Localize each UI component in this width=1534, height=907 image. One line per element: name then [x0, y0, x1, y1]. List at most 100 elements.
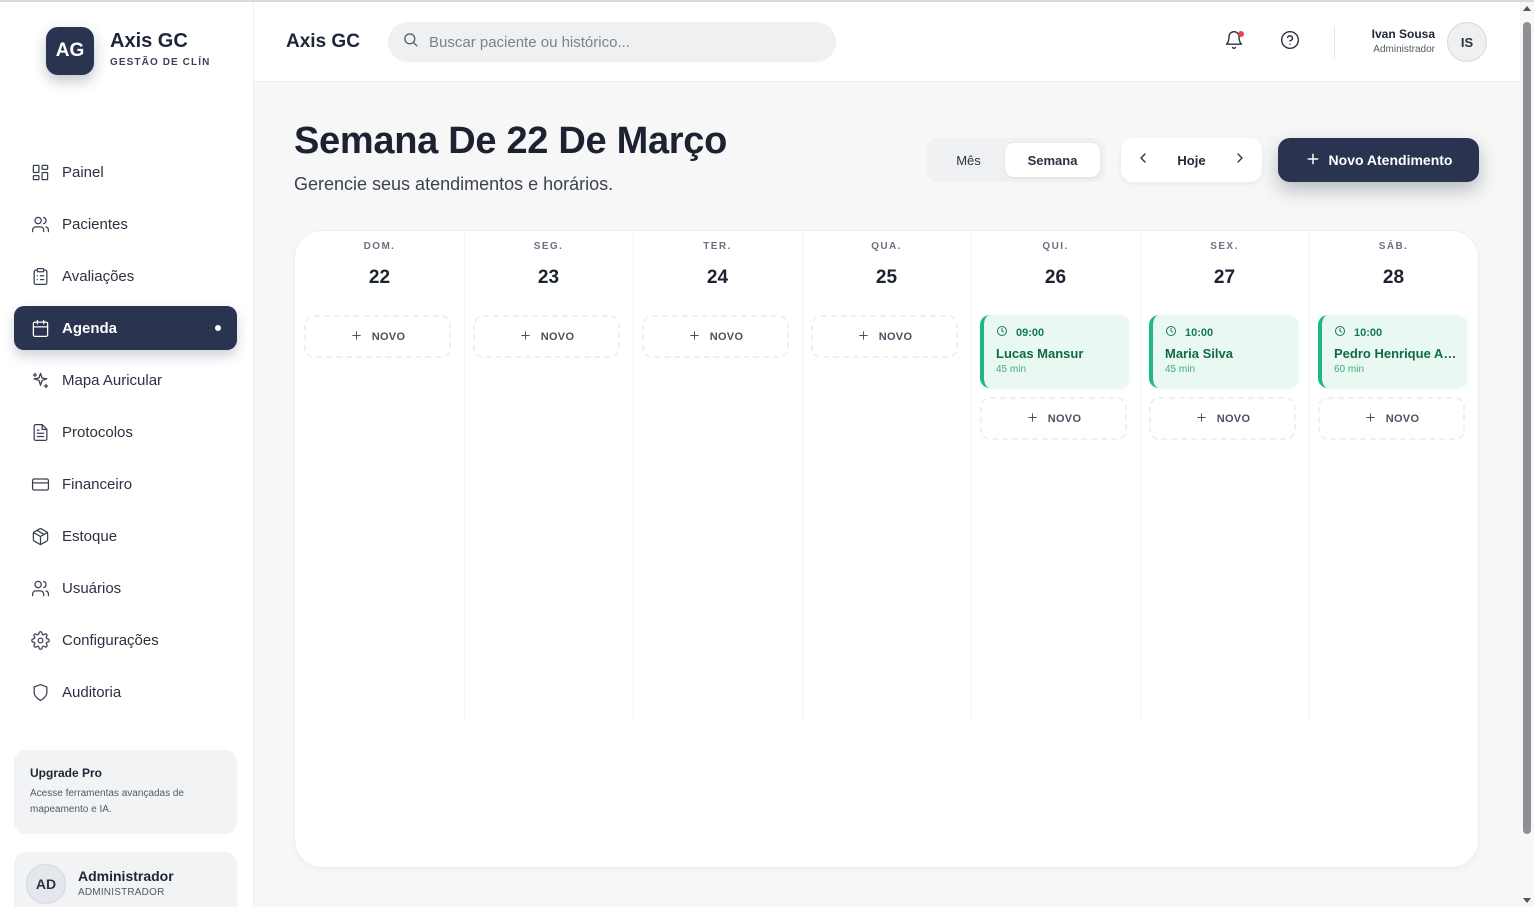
day-column: QUA. 25 NOVO	[802, 231, 971, 721]
day-name: DOM.	[363, 241, 396, 252]
new-slot-button[interactable]: NOVO	[642, 315, 789, 358]
new-slot-label: NOVO	[371, 330, 406, 343]
search-bar[interactable]	[388, 22, 836, 62]
new-slot-button[interactable]: NOVO	[811, 315, 958, 358]
header-user-name: Ivan Sousa	[1371, 27, 1435, 41]
view-month-button[interactable]: Mês	[932, 143, 1005, 177]
day-number: 23	[537, 267, 560, 288]
notifications-button[interactable]	[1222, 30, 1246, 54]
new-slot-button[interactable]: NOVO	[1318, 397, 1465, 440]
new-slot-button[interactable]: NOVO	[1149, 397, 1296, 440]
chevron-right-icon[interactable]	[1232, 150, 1248, 171]
avatar[interactable]: IS	[1447, 22, 1487, 62]
day-name: SEG.	[533, 241, 564, 252]
day-name: QUA.	[871, 241, 902, 252]
day-column: SEX. 27 10:00 Maria Silva 45 min NOVO	[1140, 231, 1309, 721]
appointment-duration: 45 min	[996, 364, 1027, 375]
day-number: 25	[875, 267, 898, 288]
chevron-left-icon[interactable]	[1135, 150, 1151, 171]
header-user-role: Administrador	[1373, 44, 1435, 55]
appointment-time-label: 09:00	[1016, 326, 1045, 339]
new-slot-label: NOVO	[540, 330, 575, 343]
scroll-up-arrow-icon[interactable]	[1523, 6, 1531, 11]
plus-icon	[1305, 151, 1329, 170]
sidebar-item-pacientes[interactable]: Pacientes	[14, 202, 237, 246]
plus-icon	[1364, 411, 1386, 427]
page-scrollbar[interactable]	[1520, 2, 1534, 907]
new-slot-label: NOVO	[1385, 412, 1420, 425]
appointment-card[interactable]: 10:00 Pedro Henrique Alves 60 min	[1318, 315, 1467, 388]
sidebar-item-protocolos[interactable]: Protocolos	[14, 410, 237, 454]
sidebar-item-estoque[interactable]: Estoque	[14, 514, 237, 558]
brand-name: Axis GC	[110, 30, 188, 52]
shield-icon	[30, 682, 50, 702]
package-icon	[30, 526, 50, 546]
appointment-duration: 45 min	[1165, 364, 1196, 375]
day-name: SÁB.	[1378, 241, 1409, 252]
sidebar-item-label: Avaliações	[62, 267, 135, 285]
appointment-time-label: 10:00	[1354, 326, 1383, 339]
day-number: 24	[706, 267, 729, 288]
sidebar-item-financeiro[interactable]: Financeiro	[14, 462, 237, 506]
new-slot-label: NOVO	[709, 330, 744, 343]
new-slot-label: NOVO	[1216, 412, 1251, 425]
appointment-card[interactable]: 09:00 Lucas Mansur 45 min	[980, 315, 1129, 388]
day-column: TER. 24 NOVO	[633, 231, 802, 721]
file-text-icon	[30, 422, 50, 442]
appointment-time: 10:00	[1165, 325, 1286, 340]
day-column: DOM. 22 NOVO	[295, 231, 464, 721]
header-divider	[1334, 26, 1335, 58]
day-number: 26	[1044, 267, 1067, 288]
avatar: AD	[26, 864, 66, 904]
new-slot-button[interactable]: NOVO	[304, 315, 451, 358]
appointment-time-label: 10:00	[1185, 326, 1214, 339]
sidebar-user-role: ADMINISTRADOR	[78, 887, 165, 898]
appointment-duration: 60 min	[1334, 364, 1365, 375]
sidebar-user-card[interactable]: AD Administrador ADMINISTRADOR	[14, 852, 237, 907]
sidebar-item-auditoria[interactable]: Auditoria	[14, 670, 237, 714]
clock-icon	[1165, 325, 1185, 340]
day-number: 28	[1382, 267, 1405, 288]
layout-grid-icon	[30, 162, 50, 182]
day-column: SEG. 23 NOVO	[464, 231, 633, 721]
page-title: Semana De 22 De Março	[294, 120, 728, 162]
brand-subtitle: GESTÃO DE CLÍN	[110, 57, 211, 68]
help-button[interactable]	[1278, 30, 1302, 54]
search-input[interactable]	[429, 33, 809, 51]
appointment-time: 10:00	[1334, 325, 1455, 340]
upgrade-card[interactable]: Upgrade Pro Acesse ferramentas avançadas…	[14, 750, 237, 834]
scrollbar-thumb[interactable]	[1523, 22, 1531, 834]
sidebar-item-mapa-auricular[interactable]: Mapa Auricular	[14, 358, 237, 402]
sidebar-item-label: Estoque	[62, 527, 118, 545]
sidebar-item-label: Configurações	[62, 631, 159, 649]
sidebar-item-label: Pacientes	[62, 215, 128, 233]
notification-badge	[1238, 31, 1244, 37]
appointment-card[interactable]: 10:00 Maria Silva 45 min	[1149, 315, 1298, 388]
new-slot-button[interactable]: NOVO	[473, 315, 620, 358]
scroll-down-arrow-icon[interactable]	[1523, 898, 1531, 903]
new-slot-button[interactable]: NOVO	[980, 397, 1127, 440]
view-week-button[interactable]: Semana	[1005, 143, 1100, 177]
sidebar-nav: Painel Pacientes Avaliações Agenda Mapa …	[14, 150, 237, 722]
new-slot-label: NOVO	[1047, 412, 1082, 425]
active-indicator-dot	[215, 325, 221, 331]
sidebar-item-label: Auditoria	[62, 683, 122, 701]
plus-icon	[350, 329, 372, 345]
sidebar-item-label: Painel	[62, 163, 104, 181]
clock-icon	[1334, 325, 1354, 340]
brand-logo[interactable]: AG	[46, 27, 94, 75]
clipboard-icon	[30, 266, 50, 286]
day-number: 27	[1213, 267, 1236, 288]
users-icon	[30, 214, 50, 234]
sidebar-item-avaliacoes[interactable]: Avaliações	[14, 254, 237, 298]
help-circle-icon	[1280, 30, 1300, 55]
today-button[interactable]: Hoje	[1177, 153, 1205, 168]
sidebar: AG Axis GC GESTÃO DE CLÍN Painel Pacient…	[0, 2, 254, 907]
new-appointment-button[interactable]: Novo Atendimento	[1278, 138, 1479, 182]
sidebar-item-configuracoes[interactable]: Configurações	[14, 618, 237, 662]
sidebar-item-usuarios[interactable]: Usuários	[14, 566, 237, 610]
sidebar-item-agenda[interactable]: Agenda	[14, 306, 237, 350]
sidebar-item-painel[interactable]: Painel	[14, 150, 237, 194]
sidebar-item-label: Protocolos	[62, 423, 133, 441]
plus-icon	[1026, 411, 1048, 427]
